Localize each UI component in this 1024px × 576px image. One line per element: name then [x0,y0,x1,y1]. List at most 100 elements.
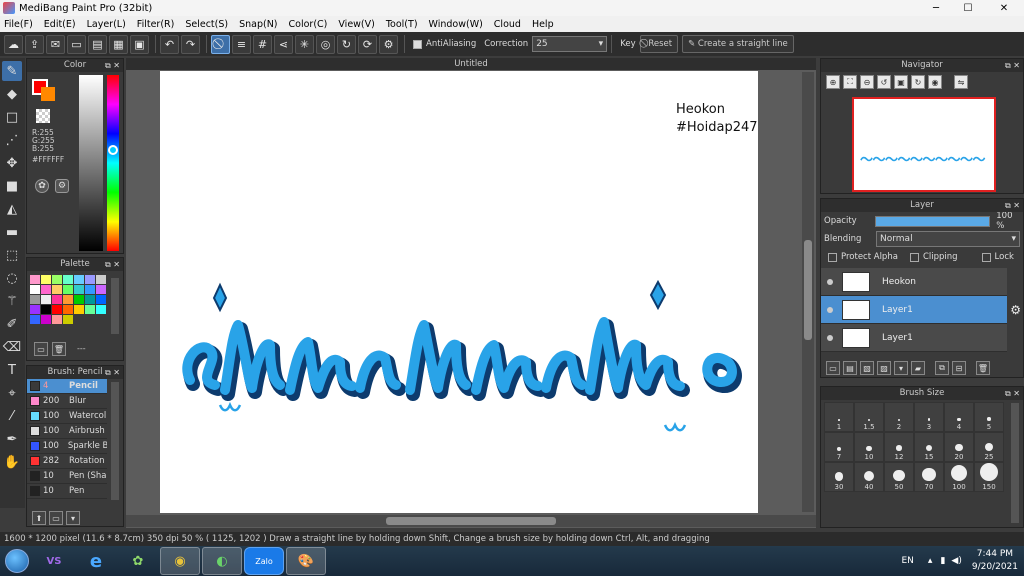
palette-swatch[interactable] [63,285,73,294]
brush-size-cell[interactable]: 2 [884,402,914,432]
duplicate-layer-icon[interactable]: ⧉ [935,361,949,375]
gradient-tool-icon[interactable]: ▬ [2,222,22,242]
brush-item[interactable]: 100 Watercol [27,409,107,424]
palette-swatch[interactable] [52,305,62,314]
zoom-fit-icon[interactable]: ⛶ [843,75,857,89]
select-tool-icon[interactable]: ⬚ [2,245,22,265]
brush-size-cell[interactable]: 30 [824,462,854,492]
brush-size-cell[interactable]: 15 [914,432,944,462]
dot-tool-icon[interactable]: ⋰ [2,130,22,150]
taskbar-visual-studio-icon[interactable]: VS [34,547,74,575]
comment-icon[interactable]: ✉ [46,34,65,54]
palette-trash-icon[interactable]: 🗑 [52,342,66,356]
brush-item[interactable]: 200 Blur [27,394,107,409]
menu-tool[interactable]: Tool(T) [386,19,418,30]
brush-item[interactable]: 100 Sparkle B [27,439,107,454]
palette-swatch[interactable] [74,305,84,314]
brush-item[interactable]: 10 Pen (Sha [27,469,107,484]
menu-view[interactable]: View(V) [338,19,374,30]
layout-icon[interactable]: ▦ [109,34,128,54]
brush-size-cell[interactable]: 50 [884,462,914,492]
menu-file[interactable]: File(F) [4,19,33,30]
zoom-out-icon[interactable]: ⊖ [860,75,874,89]
panel-close-icon[interactable]: ⧉ ✕ [1005,387,1020,400]
palette-swatch[interactable] [41,305,51,314]
new-halftone-layer-icon[interactable]: ▤ [843,361,857,375]
flip-icon[interactable]: ⇋ [954,75,968,89]
layer-settings-gear-icon[interactable]: ⚙ [1010,303,1021,317]
divide-tool-icon[interactable]: ⌖ [2,383,22,403]
brush-size-cell[interactable]: 4 [944,402,974,432]
reset-button[interactable]: ⃠ Reset [639,35,679,53]
new-1bit-layer-icon[interactable]: ▨ [877,361,891,375]
palette-swatch[interactable] [85,305,95,314]
menu-cloud[interactable]: Cloud [494,19,521,30]
network-icon[interactable]: ▮ [940,556,945,566]
rectangle-tool-icon[interactable]: □ [2,107,22,127]
taskbar-chrome-icon[interactable]: ◉ [160,547,200,575]
pen-tool-icon[interactable]: ✒ [2,429,22,449]
select-pen-tool-icon[interactable]: ✐ [2,314,22,334]
cloud-icon[interactable]: ☁ [4,34,23,54]
add-brush-icon[interactable]: ⬆ [32,511,46,525]
palette-swatch[interactable] [96,285,106,294]
delete-layer-icon[interactable]: 🗑 [976,361,990,375]
sub-color-swatch[interactable] [41,87,55,101]
brush-tool-icon[interactable]: ✎ [2,61,22,81]
panel-close-icon[interactable]: ⧉ ✕ [105,59,120,72]
brush-size-cell[interactable]: 100 [944,462,974,492]
palette-swatch[interactable] [41,275,51,284]
brush-size-cell[interactable]: 25 [974,432,1004,462]
palette-swatch[interactable] [63,275,73,284]
grid-snap-icon[interactable]: # [253,34,272,54]
layer-menu-icon[interactable]: ▾ [894,361,908,375]
new-page-icon[interactable]: ▭ [67,34,86,54]
eraser-tool-icon[interactable]: ◆ [2,84,22,104]
clipping-checkbox[interactable] [909,252,919,262]
taskbar-internet-explorer-icon[interactable]: e [76,547,116,575]
palette-swatch[interactable] [96,275,106,284]
taskbar-zalo-icon[interactable]: Zalo [244,547,284,575]
palette-swatch[interactable] [63,305,73,314]
color-wheel-icon[interactable]: ✿ [35,179,49,193]
menu-edit[interactable]: Edit(E) [44,19,76,30]
panel-close-icon[interactable]: ⧉ ✕ [105,366,120,379]
blending-dropdown[interactable]: Normal ▾ [876,231,1020,247]
fill-rect-tool-icon[interactable]: ■ [2,176,22,196]
brush-size-cell[interactable]: 70 [914,462,944,492]
share-icon[interactable]: ⇪ [25,34,44,54]
taskbar-medibang-icon[interactable]: 🎨 [286,547,326,575]
zoom-in-icon[interactable]: ⊕ [826,75,840,89]
undo-icon[interactable]: ↶ [160,34,179,54]
taskbar-coccoc-icon[interactable]: ◐ [202,547,242,575]
move-tool-icon[interactable]: ✥ [2,153,22,173]
minimize-button[interactable]: ─ [920,0,952,16]
brush-size-cell[interactable]: 10 [854,432,884,462]
palette-swatch[interactable] [41,315,51,324]
opacity-slider[interactable] [875,215,991,227]
parallel-snap-icon[interactable]: ≡ [232,34,251,54]
panel-close-icon[interactable]: ⧉ ✕ [1005,59,1020,72]
antialiasing-checkbox[interactable] [413,39,422,49]
brush-size-cell[interactable]: 20 [944,432,974,462]
saturation-value-picker[interactable] [79,75,103,251]
perspective-snap-icon[interactable]: ⋖ [274,34,293,54]
menu-select[interactable]: Select(S) [185,19,228,30]
palette-swatch[interactable] [85,275,95,284]
palette-swatch[interactable] [85,295,95,304]
palette-scrollbar[interactable] [111,278,119,334]
menu-snap[interactable]: Snap(N) [239,19,277,30]
palette-swatch[interactable] [63,295,73,304]
hue-slider[interactable] [107,75,119,251]
palette-swatch[interactable] [30,295,40,304]
circle-snap-icon[interactable]: ◎ [316,34,335,54]
clock[interactable]: 7:44 PM 9/20/2021 [972,548,1018,574]
snap-off-icon[interactable]: ⃠ [211,34,230,54]
volume-icon[interactable]: ◀) [951,556,961,566]
palette-swatch[interactable] [74,295,84,304]
reset-view-icon[interactable]: ◉ [928,75,942,89]
protect-alpha-checkbox[interactable] [828,252,837,262]
palette-swatch[interactable] [96,295,106,304]
palette-swatch[interactable] [30,285,40,294]
brush-size-cell[interactable]: 1 [824,402,854,432]
